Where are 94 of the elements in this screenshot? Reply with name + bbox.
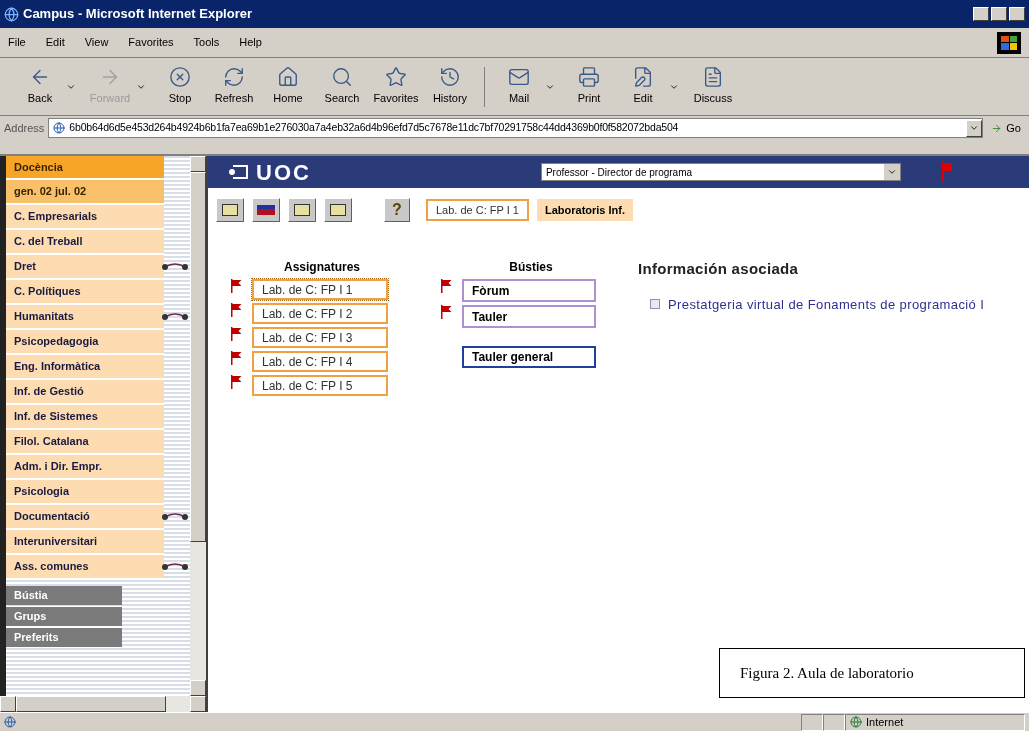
toolbar-button[interactable]: Mail — [495, 66, 543, 107]
mailbox-link[interactable]: Tauler — [462, 305, 596, 328]
home-icon — [277, 66, 299, 89]
sidebar-tab[interactable]: Bústia — [6, 586, 122, 605]
status-panel — [801, 713, 823, 731]
flag-icon — [230, 279, 242, 293]
logo-text: UOC — [256, 158, 311, 187]
close-button[interactable] — [1009, 7, 1025, 21]
info-title: Información asociada — [638, 259, 800, 279]
flag-icon — [230, 327, 242, 341]
resource-link[interactable]: Prestatgeria virtual de Fonaments de programació I — [668, 295, 985, 313]
menu-item[interactable]: File — [8, 34, 26, 51]
edit-icon — [632, 66, 654, 89]
globe-icon — [850, 716, 862, 728]
toolbar-button[interactable]: Print — [565, 66, 613, 107]
section-title: Bústies — [508, 259, 554, 276]
address-label: Address — [4, 120, 45, 136]
subject-link[interactable]: Lab. de C: FP I 1 — [252, 279, 388, 300]
sidebar-item[interactable]: Psicologia — [6, 480, 164, 503]
general-board-button[interactable]: Tauler general — [462, 346, 596, 368]
go-arrow-icon — [991, 122, 1003, 134]
document-icon — [702, 66, 724, 89]
history-icon — [439, 66, 461, 89]
flag-icon — [230, 351, 242, 365]
subject-link[interactable]: Lab. de C: FP I 3 — [252, 327, 388, 348]
menu-item[interactable]: View — [84, 34, 109, 51]
page-icon — [53, 122, 66, 134]
print-icon — [578, 66, 600, 89]
minimize-button[interactable] — [973, 7, 989, 21]
sidebar-item[interactable]: Psicopedagogia — [6, 330, 164, 353]
menu-item[interactable]: Favorites — [128, 34, 174, 51]
search-icon — [331, 66, 353, 89]
window-title: Campus - Microsoft Internet Explorer — [23, 5, 252, 24]
toolbar-button[interactable]: Edit — [619, 66, 667, 107]
sidebar-item[interactable]: Eng. Informàtica — [6, 355, 164, 378]
flag-icon — [440, 279, 452, 293]
horizontal-scrollbar[interactable] — [0, 696, 206, 712]
sidebar-header[interactable]: Docència — [6, 156, 164, 178]
flag-icon — [230, 375, 242, 389]
sidebar-item[interactable]: Inf. de Gestió — [6, 380, 164, 403]
menu-item[interactable]: Edit — [45, 34, 65, 51]
section-title: Assignatures — [283, 259, 361, 276]
menu-item[interactable]: Help — [239, 34, 262, 51]
sidebar-tab[interactable]: Preferits — [6, 628, 122, 647]
caret-icon — [969, 123, 980, 133]
sidebar-item[interactable]: Inf. de Sistemes — [6, 405, 164, 428]
flag-icon — [940, 162, 953, 182]
sidebar-tab[interactable]: Grups — [6, 607, 122, 626]
toolbar-button[interactable]: History — [426, 66, 474, 107]
subject-link[interactable]: Lab. de C: FP I 5 — [252, 375, 388, 396]
figure-caption: Figura 2. Aula de laboratorio — [719, 648, 1025, 698]
address-field[interactable]: 6b0b64d6d5e453d264b4924b6b1fa7ea69b1e276030a7a4eb32a6d4b96efd7d5c7678e11dc7bf70291758c44dd4369b0f0f582072bda504 — [48, 118, 984, 138]
current-subject: Lab. de C: FP I 1 — [426, 199, 529, 221]
toolbar-button[interactable]: Stop — [156, 66, 204, 107]
caret-icon — [886, 167, 897, 177]
sidebar-item[interactable]: Filol. Catalana — [6, 430, 164, 453]
menu-item[interactable]: Tools — [193, 34, 220, 51]
toolbar-button[interactable]: Back — [16, 66, 64, 107]
toolbar-button[interactable]: Refresh — [210, 66, 258, 107]
browser-icon — [4, 6, 19, 22]
help-button[interactable]: ? — [384, 198, 410, 222]
refresh-icon — [223, 66, 245, 89]
flag-icon — [230, 303, 242, 317]
subject-link[interactable]: Lab. de C: FP I 4 — [252, 351, 388, 372]
vertical-scrollbar[interactable] — [190, 156, 206, 696]
toolbar-button[interactable]: Search — [318, 66, 366, 107]
sidebar-item[interactable]: Humanitats — [6, 305, 164, 328]
toolbar-button[interactable]: Home — [264, 66, 312, 107]
sidebar-item[interactable]: C. del Treball — [6, 230, 164, 253]
star-icon — [385, 66, 407, 89]
subject-link[interactable]: Lab. de C: FP I 2 — [252, 303, 388, 324]
page-icon — [4, 716, 16, 728]
sidebar-item[interactable]: Ass. comunes — [6, 555, 164, 578]
role-select[interactable]: Professor - Director de programa — [540, 163, 901, 181]
sidebar-item[interactable]: Adm. i Dir. Empr. — [6, 455, 164, 478]
windows-logo-icon — [997, 31, 1021, 54]
sidebar-item[interactable]: C. Empresarials — [6, 205, 164, 228]
period-item[interactable]: gen. 02 jul. 02 — [6, 180, 164, 203]
sidebar-item[interactable]: Dret — [6, 255, 164, 278]
stop-icon — [169, 66, 191, 89]
mailbox-link[interactable]: Fòrum — [462, 279, 596, 302]
go-button[interactable]: Go — [987, 119, 1025, 137]
dropdown-button[interactable] — [966, 119, 983, 137]
link-bullet-icon — [650, 298, 660, 309]
toolbar-button[interactable]: Discuss — [689, 66, 737, 107]
maximize-button[interactable] — [991, 7, 1007, 21]
sidebar-item[interactable]: C. Polítiques — [6, 280, 164, 303]
zone-label: Internet — [866, 714, 904, 730]
toolbar-button[interactable]: Favorites — [372, 66, 420, 107]
logo-mark-icon — [228, 164, 248, 180]
subject-tag: Laboratoris Inf. — [536, 199, 634, 221]
sidebar-item[interactable]: Interuniversitari — [6, 530, 164, 553]
flag-icon — [440, 305, 452, 319]
sidebar-item[interactable]: Documentació — [6, 505, 164, 528]
